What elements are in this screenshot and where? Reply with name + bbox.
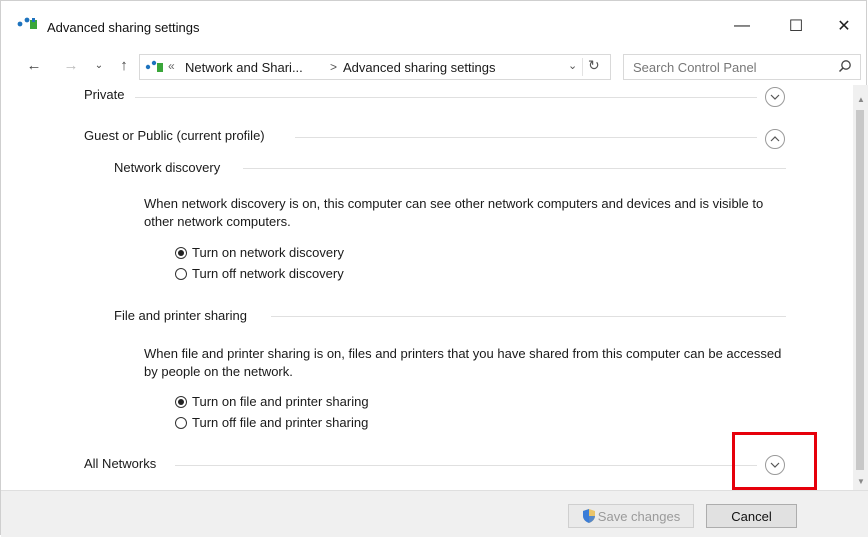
navigation-bar: ← → ⌄ ↑ « Network and Shari... > Advance… (1, 51, 866, 83)
radio-turn-off-network-discovery[interactable]: Turn off network discovery (175, 266, 344, 281)
radio-turn-on-network-discovery[interactable]: Turn on network discovery (175, 245, 344, 260)
divider-line (135, 97, 757, 98)
collapse-guest-public-button[interactable] (765, 129, 785, 149)
search-placeholder: Search Control Panel (633, 60, 757, 75)
recent-locations-button[interactable]: ⌄ (90, 57, 108, 75)
footer-bar: Save changes Cancel (1, 490, 868, 537)
section-guest-public-label[interactable]: Guest or Public (current profile) (84, 128, 265, 143)
network-icon (17, 17, 37, 29)
window: Advanced sharing settings — ☐ ✕ ← → ⌄ ↑ … (0, 0, 868, 537)
divider-line (243, 168, 786, 169)
breadcrumb-advanced-sharing[interactable]: Advanced sharing settings (343, 60, 495, 75)
back-button[interactable]: ← (25, 57, 43, 75)
scrollbar-thumb[interactable] (856, 110, 864, 470)
network-discovery-description: When network discovery is on, this compu… (144, 196, 764, 229)
minimize-button[interactable]: — (719, 9, 765, 43)
radio-label[interactable]: Turn off network discovery (192, 266, 344, 281)
settings-content: Private Guest or Public (current profile… (1, 85, 853, 490)
breadcrumb-network-and-sharing[interactable]: Network and Shari... (185, 60, 303, 75)
section-private-label[interactable]: Private (84, 87, 124, 102)
search-input[interactable]: Search Control Panel (623, 54, 861, 80)
radio-button[interactable] (175, 416, 187, 429)
section-all-networks-label[interactable]: All Networks (84, 456, 156, 471)
uac-shield-icon (582, 509, 595, 523)
highlight-annotation (732, 432, 817, 490)
maximize-button[interactable]: ☐ (773, 9, 819, 43)
radio-button-selected[interactable] (175, 246, 187, 259)
expand-private-button[interactable] (765, 87, 785, 107)
save-changes-button[interactable]: Save changes (568, 504, 694, 528)
window-title: Advanced sharing settings (47, 20, 200, 35)
radio-label[interactable]: Turn off file and printer sharing (192, 415, 368, 430)
divider-line (271, 316, 786, 317)
radio-turn-on-file-sharing[interactable]: Turn on file and printer sharing (175, 394, 369, 409)
search-icon[interactable] (838, 59, 852, 73)
radio-label[interactable]: Turn on file and printer sharing (192, 394, 369, 409)
scroll-up-arrow-icon[interactable]: ▲ (857, 95, 865, 104)
address-dropdown-button[interactable]: ⌄ (568, 59, 577, 72)
radio-label[interactable]: Turn on network discovery (192, 245, 344, 260)
radio-button-selected[interactable] (175, 395, 187, 408)
radio-turn-off-file-sharing[interactable]: Turn off file and printer sharing (175, 415, 368, 430)
chevron-up-icon (770, 136, 780, 142)
address-bar[interactable]: « Network and Shari... > Advanced sharin… (139, 54, 611, 80)
vertical-scrollbar[interactable]: ▲ ▼ (853, 85, 868, 490)
file-printer-sharing-heading: File and printer sharing (114, 308, 247, 323)
save-changes-label[interactable]: Save changes (598, 509, 680, 524)
network-discovery-heading: Network discovery (114, 160, 221, 175)
scroll-down-arrow-icon[interactable]: ▼ (857, 477, 865, 486)
file-printer-sharing-description: When file and printer sharing is on, fil… (144, 346, 782, 379)
network-icon (145, 60, 163, 72)
chevron-down-icon (770, 94, 780, 100)
close-button[interactable]: ✕ (821, 9, 867, 43)
cancel-button[interactable]: Cancel (706, 504, 797, 528)
refresh-button[interactable]: ↻ (588, 57, 600, 74)
title-bar: Advanced sharing settings — ☐ ✕ (1, 1, 866, 43)
forward-button[interactable]: → (62, 57, 80, 75)
divider-line (295, 137, 757, 138)
address-divider (582, 58, 583, 76)
radio-button[interactable] (175, 267, 187, 280)
breadcrumb-separator[interactable]: > (330, 60, 337, 74)
breadcrumb-overflow[interactable]: « (168, 59, 175, 73)
divider-line (175, 465, 757, 466)
up-button[interactable]: ↑ (115, 57, 133, 75)
